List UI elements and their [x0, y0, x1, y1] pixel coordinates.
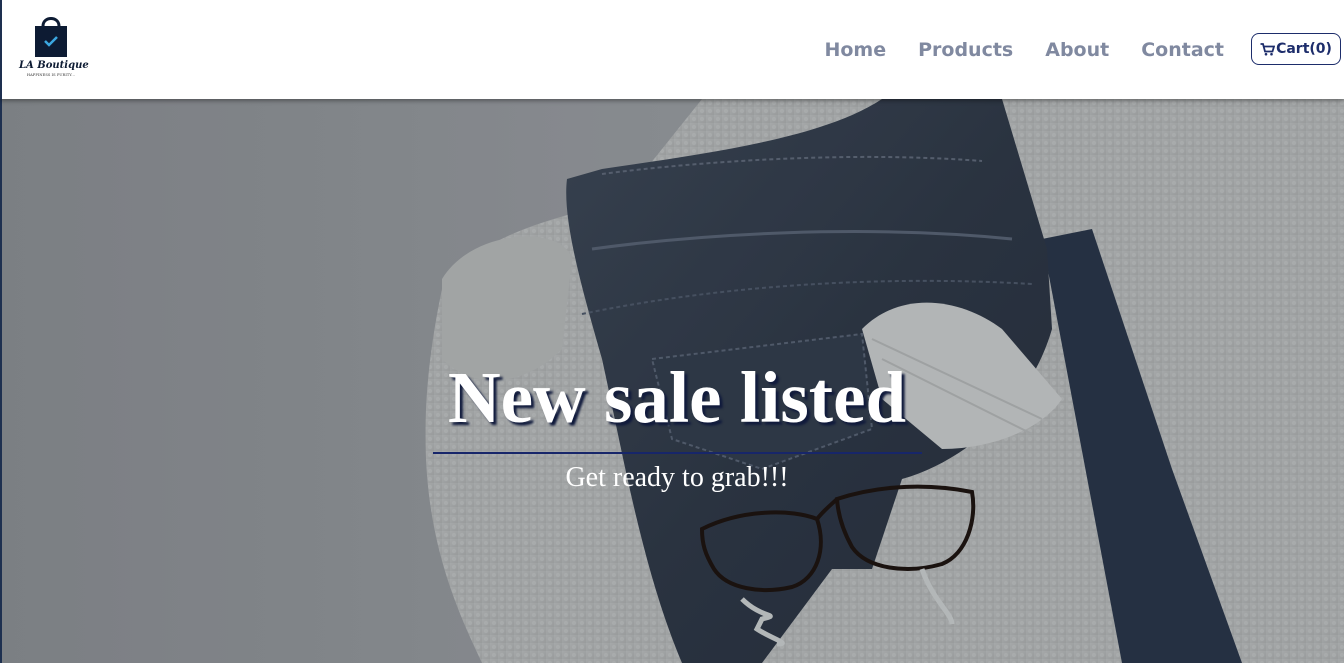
- hero-divider: [433, 452, 922, 454]
- nav-about-link[interactable]: About: [1045, 36, 1109, 64]
- nav-products-link[interactable]: Products: [918, 36, 1013, 64]
- cart-icon: [1260, 42, 1276, 55]
- cart-label: Cart(0): [1276, 41, 1332, 57]
- nav-contact-link[interactable]: Contact: [1141, 36, 1224, 64]
- main-nav: Home Products About Contact: [792, 36, 1224, 64]
- scroll-accent: [0, 149, 2, 194]
- hero-subtitle: Get ready to grab!!!: [565, 462, 789, 493]
- brand-tagline: HAPPINESS IS PURITY...: [26, 73, 76, 77]
- nav-home-link[interactable]: Home: [824, 36, 886, 64]
- brand-logo[interactable]: LA Boutique HAPPINESS IS PURITY...: [19, 14, 89, 84]
- shopping-bag-icon: [35, 17, 67, 57]
- cart-button[interactable]: Cart(0): [1251, 33, 1341, 65]
- site-header: LA Boutique HAPPINESS IS PURITY... Home …: [0, 0, 1344, 99]
- brand-name: LA Boutique: [19, 60, 89, 71]
- hero-banner: New sale listed Get ready to grab!!!: [0, 99, 1344, 663]
- hero-title: New sale listed: [447, 357, 907, 438]
